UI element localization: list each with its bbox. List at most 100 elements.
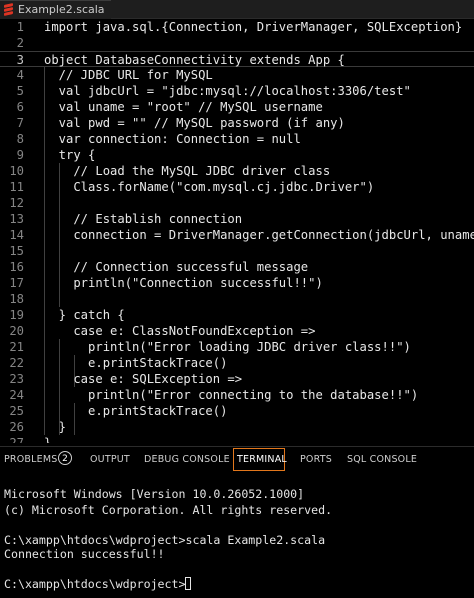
code-line[interactable]: 19 } catch { xyxy=(0,307,474,323)
line-number: 20 xyxy=(9,324,24,338)
code-line[interactable]: 12 xyxy=(0,195,474,211)
line-number: 23 xyxy=(9,372,24,386)
code-text: } xyxy=(44,420,67,434)
code-line[interactable]: 13 // Establish connection xyxy=(0,211,474,227)
code-text: try { xyxy=(44,148,96,162)
tab-sql-console[interactable]: SQL CONSOLE xyxy=(347,454,417,465)
line-number: 12 xyxy=(9,196,24,210)
code-line[interactable]: 4 // JDBC URL for MySQL xyxy=(0,67,474,83)
line-number: 17 xyxy=(9,276,24,290)
code-line[interactable]: 2 xyxy=(0,35,474,51)
panel-tab-bar: PROBLEMS OUTPUT DEBUG CONSOLE TERMINAL PORTS… xyxy=(0,446,474,473)
line-number: 13 xyxy=(9,212,24,226)
code-line[interactable]: 27} xyxy=(0,435,474,443)
code-text: import java.sql.{Connection, DriverManag… xyxy=(44,20,463,34)
code-text: } catch { xyxy=(44,308,125,322)
terminal-line: C:\xampp\htdocs\wdproject> xyxy=(4,577,192,591)
code-text: e.printStackTrace() xyxy=(44,356,228,370)
line-number: 1 xyxy=(16,20,24,34)
code-line[interactable]: 23 case e: SQLException => xyxy=(0,371,474,387)
code-line[interactable]: 25 e.printStackTrace() xyxy=(0,403,474,419)
terminal-line-text: (c) Microsoft Corporation. All rights re… xyxy=(4,503,333,517)
line-number: 14 xyxy=(9,228,24,242)
scala-icon xyxy=(4,3,13,16)
terminal-line: C:\xampp\htdocs\wdproject>scala Example2… xyxy=(4,533,325,547)
code-line[interactable]: 17 println("Connection successful!!") xyxy=(0,275,474,291)
terminal-line: Connection successful!! xyxy=(4,547,165,561)
code-text: val uname = "root" // MySQL username xyxy=(44,100,323,114)
tab-ports[interactable]: PORTS xyxy=(300,454,332,465)
terminal-line: (c) Microsoft Corporation. All rights re… xyxy=(4,503,332,517)
editor-tab-bar: Example2.scala xyxy=(0,0,474,19)
code-line[interactable]: 3 object DatabaseConnectivity extends App… xyxy=(0,51,474,67)
code-text: Class.forName("com.mysql.cj.jdbc.Driver"… xyxy=(44,180,375,194)
code-line[interactable]: 7 val pwd = "" // MySQL password (if any… xyxy=(0,115,474,131)
tab-output[interactable]: OUTPUT xyxy=(90,454,130,465)
tab-terminal[interactable]: TERMINAL xyxy=(237,454,287,465)
line-number: 8 xyxy=(16,132,24,146)
code-text: } xyxy=(44,436,52,443)
code-text: e.printStackTrace() xyxy=(44,404,228,418)
line-number: 22 xyxy=(9,356,24,370)
terminal-output[interactable]: Microsoft Windows [Version 10.0.26052.10… xyxy=(0,473,474,598)
line-number: 19 xyxy=(9,308,24,322)
code-editor[interactable]: 1 import java.sql.{Connection, DriverMana… xyxy=(0,19,474,443)
line-number: 6 xyxy=(16,100,24,114)
line-number: 26 xyxy=(9,420,24,434)
line-number: 27 xyxy=(9,436,24,443)
line-number: 21 xyxy=(9,340,24,354)
problems-count-badge: 2 xyxy=(58,451,72,465)
code-text: object DatabaseConnectivity extends App … xyxy=(44,53,345,67)
code-text: val jdbcUrl = "jdbc:mysql://localhost:33… xyxy=(44,84,411,98)
code-line[interactable]: 10 // Load the MySQL JDBC driver class xyxy=(0,163,474,179)
code-text: println("Error connecting to the databas… xyxy=(44,388,419,402)
tab-problems[interactable]: PROBLEMS xyxy=(4,454,57,465)
code-line[interactable]: 21 println("Error loading JDBC driver cl… xyxy=(0,339,474,355)
line-number: 9 xyxy=(16,148,24,162)
line-number: 7 xyxy=(16,116,24,130)
line-number: 25 xyxy=(9,404,24,418)
code-line[interactable]: 6 val uname = "root" // MySQL username xyxy=(0,99,474,115)
code-line[interactable]: 16 // Connection successful message xyxy=(0,259,474,275)
terminal-line-text: C:\xampp\htdocs\wdproject> xyxy=(4,577,186,591)
code-text: // Establish connection xyxy=(44,212,243,226)
line-number: 3 xyxy=(16,53,24,67)
line-number: 10 xyxy=(9,164,24,178)
code-text: var connection: Connection = null xyxy=(44,132,301,146)
code-line[interactable]: 26 } xyxy=(0,419,474,435)
code-line[interactable]: 5 val jdbcUrl = "jdbc:mysql://localhost:… xyxy=(0,83,474,99)
code-text: connection = DriverManager.getConnection… xyxy=(44,228,474,242)
line-number: 24 xyxy=(9,388,24,402)
code-text: println("Error loading JDBC driver class… xyxy=(44,340,411,354)
editor-tab-example2[interactable]: Example2.scala xyxy=(0,0,111,19)
code-line[interactable]: 11 Class.forName("com.mysql.cj.jdbc.Driv… xyxy=(0,179,474,195)
code-line[interactable]: 24 println("Error connecting to the data… xyxy=(0,387,474,403)
line-number: 15 xyxy=(9,244,24,258)
code-line[interactable]: 20 case e: ClassNotFoundException => xyxy=(0,323,474,339)
code-line[interactable]: 14 connection = DriverManager.getConnect… xyxy=(0,227,474,243)
terminal-line-text: Connection successful!! xyxy=(4,547,165,561)
code-line[interactable]: 8 var connection: Connection = null xyxy=(0,131,474,147)
line-number: 18 xyxy=(9,292,24,306)
code-text: // Connection successful message xyxy=(44,260,309,274)
tab-debug-console[interactable]: DEBUG CONSOLE xyxy=(144,454,230,465)
line-number: 11 xyxy=(9,180,24,194)
code-line[interactable]: 22 e.printStackTrace() xyxy=(0,355,474,371)
code-line[interactable]: 18 xyxy=(0,291,474,307)
code-line[interactable]: 9 try { xyxy=(0,147,474,163)
code-text: case e: SQLException => xyxy=(44,372,243,386)
code-text: case e: ClassNotFoundException => xyxy=(44,324,316,338)
line-number: 2 xyxy=(16,36,24,50)
code-text: val pwd = "" // MySQL password (if any) xyxy=(44,116,345,130)
terminal-line-text: Microsoft Windows [Version 10.0.26052.10… xyxy=(4,487,305,501)
line-number: 16 xyxy=(9,260,24,274)
code-text: println("Connection successful!!") xyxy=(44,276,323,290)
terminal-line: Microsoft Windows [Version 10.0.26052.10… xyxy=(4,487,304,501)
code-line[interactable]: 15 xyxy=(0,243,474,259)
editor-tab-label: Example2.scala xyxy=(18,3,105,16)
terminal-line-text: C:\xampp\htdocs\wdproject>scala Example2… xyxy=(4,533,326,547)
line-number: 5 xyxy=(16,84,24,98)
line-number: 4 xyxy=(16,68,24,82)
code-line[interactable]: 1 import java.sql.{Connection, DriverMana… xyxy=(0,19,474,35)
terminal-cursor xyxy=(185,577,192,590)
